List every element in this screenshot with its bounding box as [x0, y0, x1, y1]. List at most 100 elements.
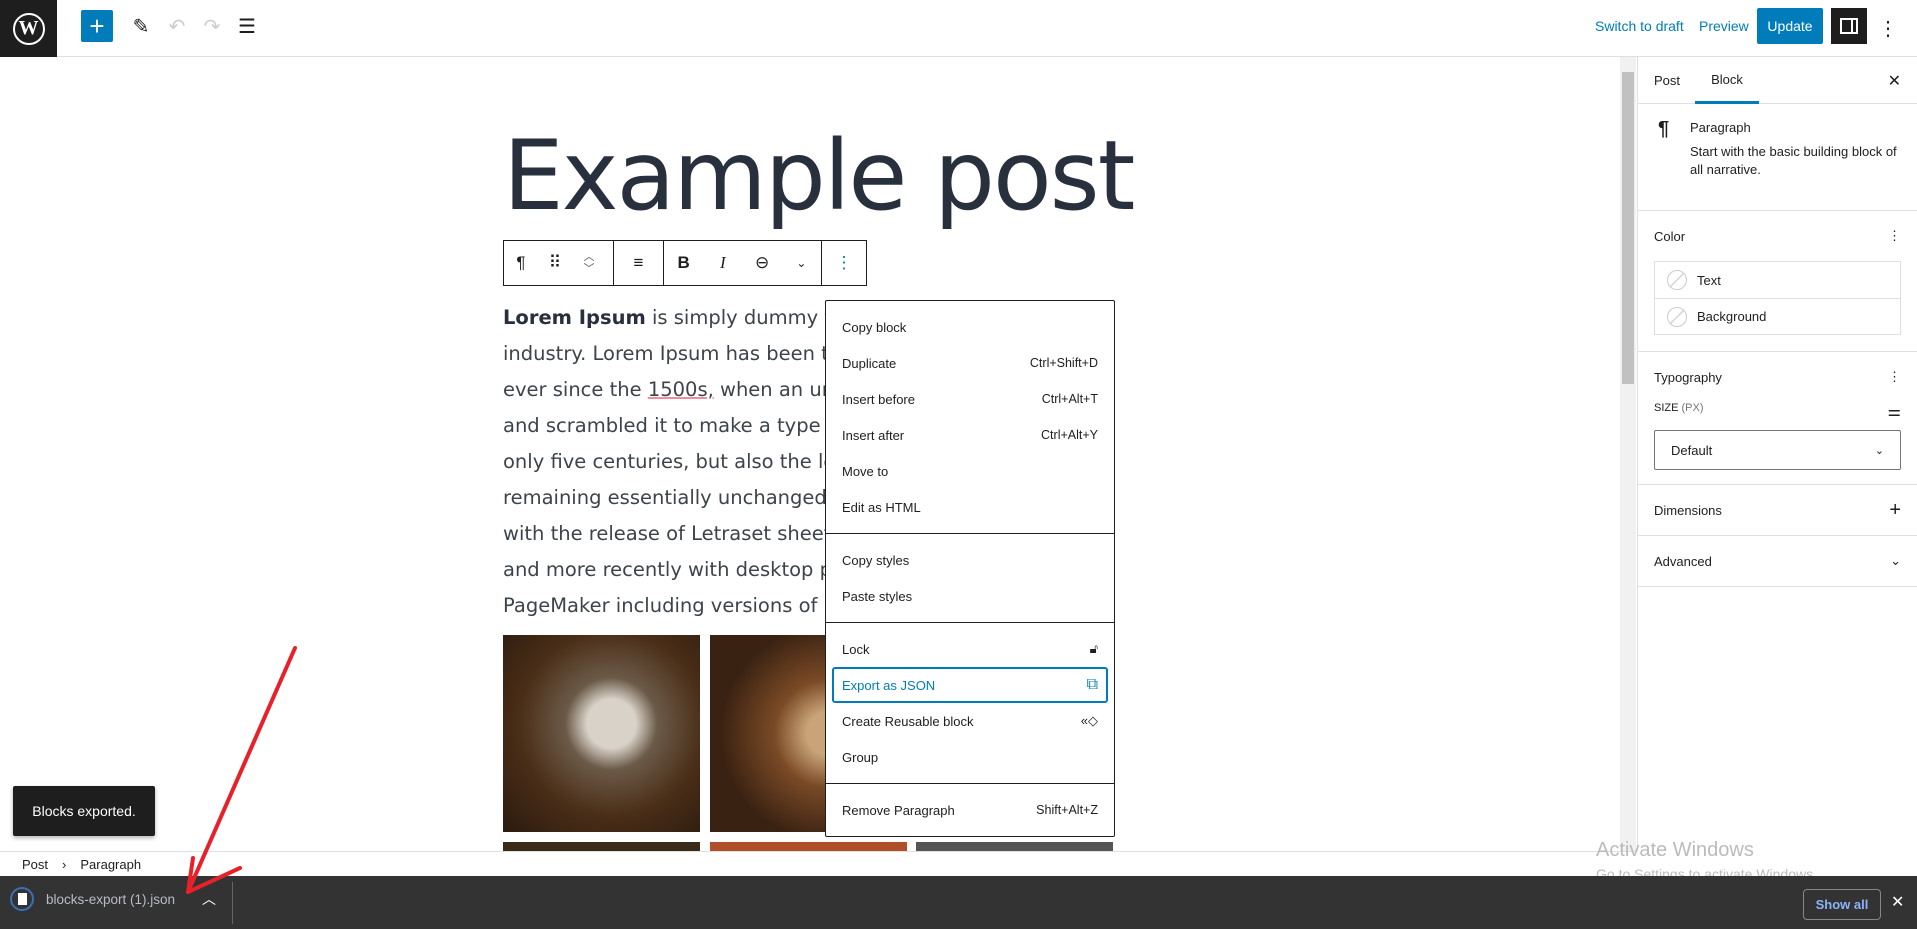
settings-toggle-button[interactable] [1831, 8, 1867, 44]
redo-icon[interactable]: ↷ [197, 10, 227, 42]
chevron-down-icon: ⌄ [1890, 553, 1901, 568]
menu-label: Create Reusable block [842, 713, 974, 729]
settings-sidebar: Post Block ✕ ¶ Paragraph Start with the … [1637, 57, 1917, 851]
breadcrumb-post[interactable]: Post [22, 857, 48, 872]
menu-label: Duplicate [842, 355, 897, 371]
menu-label: Paste styles [842, 588, 913, 604]
menu-item-copy-block[interactable]: Copy block [826, 309, 1114, 345]
wordpress-logo[interactable]: W [0, 0, 57, 57]
italic-button[interactable]: I [706, 253, 740, 273]
block-options-menu: Copy block Duplicate Ctrl+Shift+D Insert … [825, 300, 1115, 837]
menu-item-insert-after[interactable]: Insert after Ctrl+Alt+Y [826, 417, 1114, 453]
watermark-title: Activate Windows [1596, 839, 1754, 861]
advanced-panel[interactable]: Advanced ⌄ [1638, 536, 1917, 587]
bold-button[interactable]: B [667, 253, 701, 273]
menu-label: Remove Paragraph [842, 802, 955, 818]
dimensions-panel[interactable]: Dimensions + [1638, 485, 1917, 536]
more-vertical-icon[interactable]: ⋮ [1888, 369, 1901, 385]
snackbar-notice: Blocks exported. [13, 786, 155, 836]
panel-title: Color [1654, 228, 1686, 244]
menu-label: Insert after [842, 427, 905, 443]
custom-size-icon[interactable]: ⚌ [1888, 402, 1901, 420]
menu-label: Insert before [842, 391, 915, 407]
close-icon[interactable]: ✕ [1888, 57, 1901, 104]
menu-label: Group [842, 749, 879, 765]
block-toolbar: ¶ ⠿ ︿ ﹀ ≡ B I ⊖ ⌄ ⋮ [503, 240, 867, 286]
shortcut: Ctrl+Shift+D [1029, 356, 1098, 370]
menu-item-copy-styles[interactable]: Copy styles [826, 542, 1114, 578]
plus-icon[interactable]: + [1889, 499, 1901, 522]
shortcut: Shift+Alt+Z [1036, 803, 1098, 817]
wordpress-icon: W [12, 12, 45, 45]
sidebar-toggle-icon [1840, 18, 1858, 34]
chevron-down-icon[interactable]: ⌄ [784, 256, 818, 270]
menu-item-export-as-json[interactable]: Export as JSON ⧉ [832, 667, 1108, 703]
size-label: SIZE [1654, 402, 1679, 414]
download-file-name[interactable]: blocks-export (1).json [46, 892, 175, 907]
drag-handle-icon[interactable]: ⠿ [538, 253, 572, 273]
typography-panel: Typography ⋮ SIZE (PX) ⚌ Default ⌄ [1638, 352, 1917, 485]
panel-title: Advanced [1654, 553, 1712, 569]
menu-item-group[interactable]: Group [826, 739, 1114, 775]
menu-item-duplicate[interactable]: Duplicate Ctrl+Shift+D [826, 345, 1114, 381]
color-background[interactable]: Background [1655, 298, 1900, 334]
block-name: Paragraph [1690, 120, 1751, 135]
move-arrows[interactable]: ︿ ﹀ [572, 251, 606, 275]
tab-post[interactable]: Post [1654, 57, 1680, 104]
menu-label: Export as JSON [842, 677, 936, 693]
paragraph-line: ever since the [503, 378, 648, 401]
list-view-icon[interactable]: ☰ [232, 10, 262, 42]
block-card: ¶ Paragraph Start with the basic buildin… [1638, 104, 1917, 211]
align-left-icon[interactable]: ≡ [622, 253, 656, 273]
menu-item-move-to[interactable]: Move to [826, 453, 1114, 489]
menu-item-create-reusable-block[interactable]: Create Reusable block «◇ [826, 703, 1114, 739]
external-link-icon: ⧉ [1086, 676, 1098, 693]
pencil-icon[interactable]: ✎ [126, 10, 156, 42]
menu-label: Edit as HTML [842, 499, 921, 515]
menu-item-remove-paragraph[interactable]: Remove Paragraph Shift+Alt+Z [826, 792, 1114, 828]
scrollbar-thumb[interactable] [1622, 72, 1634, 384]
chevron-up-icon[interactable]: ︿ [584, 251, 595, 263]
more-vertical-icon[interactable]: ⋮ [1888, 228, 1901, 244]
tab-block[interactable]: Block [1695, 57, 1759, 104]
size-unit: (PX) [1681, 402, 1704, 414]
breadcrumb-paragraph[interactable]: Paragraph [80, 857, 141, 872]
color-label: Text [1697, 272, 1721, 288]
lock-icon: 🔓︎ [1089, 641, 1098, 656]
chevron-down-icon[interactable]: ﹀ [584, 263, 595, 275]
gallery-image-cat[interactable] [503, 635, 700, 832]
menu-item-insert-before[interactable]: Insert before Ctrl+Alt+T [826, 381, 1114, 417]
canvas-scrollbar[interactable] [1620, 57, 1636, 851]
font-size-select[interactable]: Default ⌄ [1654, 430, 1901, 470]
close-icon[interactable]: ✕ [1891, 892, 1904, 912]
chevron-up-icon[interactable]: ︿ [202, 889, 216, 909]
shortcut: Ctrl+Alt+Y [1041, 428, 1098, 442]
spellcheck-word: 1500s, [647, 378, 714, 401]
bold-text: Lorem Ipsum [503, 306, 646, 329]
select-value: Default [1671, 442, 1713, 458]
breadcrumb: Post › Paragraph [0, 851, 1637, 876]
menu-item-edit-as-html[interactable]: Edit as HTML [826, 489, 1114, 525]
preview-link[interactable]: Preview [1699, 18, 1749, 34]
file-icon [10, 887, 34, 911]
menu-label: Move to [842, 463, 889, 479]
menu-item-lock[interactable]: Lock 🔓︎ [826, 631, 1114, 667]
top-toolbar: W + ✎ ↶ ↷ ☰ Switch to draft Preview Upda… [0, 0, 1917, 57]
undo-icon[interactable]: ↶ [162, 10, 192, 42]
color-text[interactable]: Text [1655, 262, 1900, 298]
paragraph-icon: ¶ [1658, 118, 1670, 140]
post-title[interactable]: Example post [503, 128, 1135, 224]
switch-to-draft-link[interactable]: Switch to draft [1595, 18, 1684, 34]
paragraph-icon[interactable]: ¶ [504, 253, 538, 273]
link-icon[interactable]: ⊖ [745, 253, 779, 273]
panel-title: Dimensions [1654, 502, 1722, 518]
more-vertical-icon[interactable]: ⋮ [827, 253, 861, 273]
update-button[interactable]: Update [1757, 8, 1823, 44]
shortcut: Ctrl+Alt+T [1041, 392, 1098, 406]
show-all-button[interactable]: Show all [1803, 889, 1881, 920]
add-block-button[interactable]: + [81, 10, 113, 42]
menu-item-paste-styles[interactable]: Paste styles [826, 578, 1114, 614]
color-panel: Color ⋮ Text Background [1638, 211, 1917, 352]
panel-title: Typography [1654, 369, 1722, 385]
more-vertical-icon[interactable]: ⋮ [1876, 12, 1900, 44]
